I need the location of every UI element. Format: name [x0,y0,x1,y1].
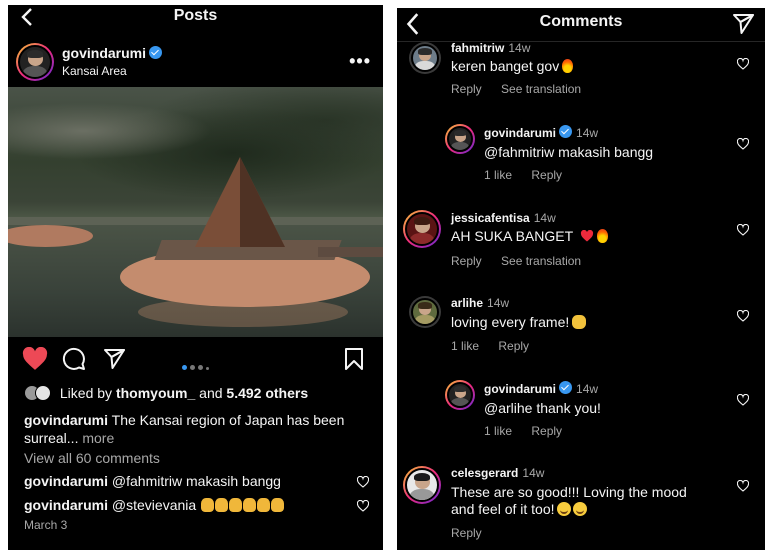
praise-hands-emoji [200,497,285,513]
verified-icon [559,381,573,394]
likes-count-link[interactable]: 1 like [484,424,512,438]
reply-link[interactable]: Reply [531,168,562,182]
comment-text: @stevievania [111,497,197,513]
caption-username[interactable]: govindarumi [24,412,108,428]
verified-icon [559,125,573,138]
send-icon[interactable] [731,12,755,36]
reply-link[interactable]: Reply [451,82,482,96]
post-date: March 3 [24,518,68,532]
heart-outline-icon[interactable] [737,58,749,70]
comment-reply-item: govindarumi 14w @fahmitriw makasih bangg … [397,120,765,190]
heart-outline-icon[interactable] [737,138,749,150]
reply-link[interactable]: Reply [531,424,562,438]
comment-meta: 1 like Reply [484,168,578,182]
heart-outline-icon[interactable] [737,224,749,236]
avatar[interactable] [403,210,441,248]
smile-emoji [556,502,571,516]
comment-meta: Reply See translation [451,254,597,268]
preview-comment: govindarumi @fahmitriw makasih bangg [24,473,281,489]
comment-meta: 1 like Reply [484,424,578,438]
comment-username[interactable]: govindarumi 14w [484,125,598,140]
comment-username[interactable]: govindarumi [24,473,108,489]
comment-item: celesgerard 14w These are so good!!! Lovi… [397,460,765,550]
comment-username[interactable]: jessicafentisa 14w [451,211,556,225]
post-image[interactable] [8,87,383,337]
comment-username[interactable]: arlihe 14w [451,296,509,310]
red-heart-emoji [580,230,593,242]
see-translation-link[interactable]: See translation [501,254,581,268]
comment-icon[interactable] [62,347,86,371]
comment-username[interactable]: govindarumi [24,497,108,513]
likes-summary[interactable]: Liked by thomyoum_ and 5.492 others [24,385,308,401]
avatar[interactable] [409,296,441,328]
verified-icon [149,46,163,59]
more-icon[interactable]: ••• [349,51,371,72]
liked-by-others[interactable]: 5.492 others [226,385,308,401]
post-screen: Posts govindarumi Kansai Area ••• Liked … [8,5,383,550]
comment-item: arlihe 14w loving every frame! 1 like Rep… [397,290,765,360]
comment-meta: Reply [451,526,498,540]
comment-reply-item: govindarumi 14w @arlihe thank you! 1 like… [397,376,765,446]
fire-emoji [596,229,608,243]
caption-more-link[interactable]: more [82,430,114,446]
comment-text: @arlihe thank you! [484,400,601,416]
reply-link[interactable]: Reply [451,254,482,268]
smile-emoji [572,502,587,516]
fire-emoji [562,59,574,73]
liked-by-and: and [199,385,223,401]
comment-text: These are so good!!! Loving the mood and… [451,484,687,517]
author-username[interactable]: govindarumi [62,45,146,61]
comment-text: @fahmitriw makasih bangg [111,473,281,489]
carousel-indicator [182,357,212,375]
comment-item: jessicafentisa 14w AH SUKA BANGET Reply S… [397,204,765,274]
clap-emoji [572,315,587,329]
comment-text: AH SUKA BANGET [451,228,608,245]
comment-username[interactable]: fahmitriw 14w [451,41,530,55]
heart-filled-icon[interactable] [22,347,48,371]
action-row [8,343,383,377]
comment-text: @fahmitriw makasih bangg [484,144,654,160]
avatar[interactable] [445,124,475,154]
bookmark-icon[interactable] [344,347,364,371]
comment-text: keren banget gov [451,58,574,75]
comment-text: loving every frame! [451,314,587,331]
comment-meta: Reply See translation [451,82,597,96]
post-author[interactable]: govindarumi [62,45,163,61]
avatar[interactable] [403,466,441,504]
page-title: Comments [539,13,623,30]
likes-count-link[interactable]: 1 like [451,339,479,353]
heart-outline-icon[interactable] [357,500,369,512]
reply-link[interactable]: Reply [498,339,529,353]
liked-by-prefix: Liked by [59,385,113,401]
avatar[interactable] [16,43,54,81]
comment-username[interactable]: celesgerard 14w [451,466,544,480]
reply-link[interactable]: Reply [451,526,482,540]
share-icon[interactable] [102,347,126,371]
preview-comment: govindarumi @stevievania [24,497,285,513]
comment-username[interactable]: govindarumi 14w [484,381,598,396]
comment-item: fahmitriw 14w keren banget gov Reply See … [397,36,765,106]
heart-outline-icon[interactable] [737,394,749,406]
comment-meta: 1 like Reply [451,339,545,353]
comments-screen: Comments fahmitriw 14w keren banget gov R… [397,8,765,550]
heart-outline-icon[interactable] [737,480,749,492]
heart-outline-icon[interactable] [357,476,369,488]
page-title: Posts [173,7,218,24]
heart-outline-icon[interactable] [737,310,749,322]
post-caption: govindarumi The Kansai region of Japan h… [24,411,369,447]
liker-avatars [24,385,56,401]
liked-by-user[interactable]: thomyoum_ [116,385,195,401]
see-translation-link[interactable]: See translation [501,82,581,96]
avatar[interactable] [409,42,441,74]
avatar[interactable] [445,380,475,410]
likes-count-link[interactable]: 1 like [484,168,512,182]
post-topbar: Posts [8,5,383,29]
post-location[interactable]: Kansai Area [62,64,127,78]
post-header: govindarumi Kansai Area ••• [8,41,383,85]
view-all-comments-link[interactable]: View all 60 comments [24,450,160,466]
